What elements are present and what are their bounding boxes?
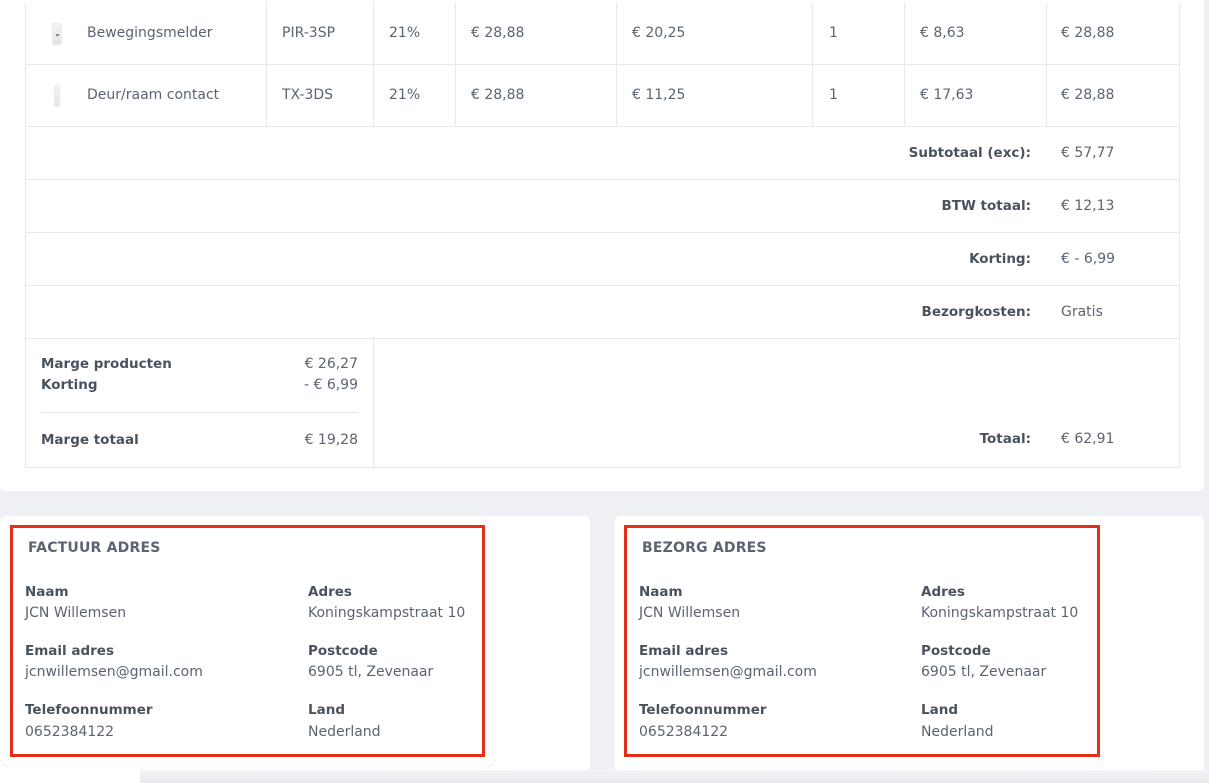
address-value: Koningskampstraat 10 (921, 605, 1079, 621)
total-value: € 62,91 (1061, 431, 1115, 447)
margin-total-label: Marge totaal (41, 432, 139, 448)
phone-label: Telefoonnummer (25, 702, 153, 718)
address-label: Adres (921, 584, 965, 600)
address-label: Adres (308, 584, 352, 600)
btw-label: BTW totaal: (941, 198, 1031, 214)
product-vat: 21% (389, 87, 421, 103)
product-qty: 1 (829, 87, 838, 103)
country-value: Nederland (921, 724, 994, 740)
postcode-value: 6905 tl, Zevenaar (308, 664, 434, 680)
total-label: Totaal: (979, 431, 1031, 447)
order-card: Bewegingsmelder PIR-3SP 21% € 28,88 € 20… (0, 0, 1204, 491)
subtotal-row: Subtotaal (exc): € 57,77 (26, 127, 1179, 180)
product-vat: 21% (389, 25, 421, 41)
order-table: Bewegingsmelder PIR-3SP 21% € 28,88 € 20… (25, 3, 1180, 468)
product-row: Deur/raam contact TX-3DS 21% € 28,88 € 1… (26, 65, 1179, 127)
product-code: TX-3DS (282, 87, 334, 103)
product-total: € 28,88 (1061, 25, 1115, 41)
btw-row: BTW totaal: € 12,13 (26, 180, 1179, 233)
product-name: Bewegingsmelder (87, 25, 213, 41)
postcode-label: Postcode (308, 643, 378, 659)
phone-value[interactable]: 0652384122 (639, 724, 728, 740)
korting-row: Korting: € - 6,99 (26, 233, 1179, 286)
product-cost: € 11,25 (632, 87, 686, 103)
country-label: Land (921, 702, 958, 718)
motion-sensor-thumbnail (52, 23, 62, 45)
shipping-row: Bezorgkosten: Gratis (26, 286, 1179, 339)
name-label: Naam (25, 584, 69, 600)
shipping-address-highlight: BEZORG ADRES Naam JCN Willemsen Adres Ko… (624, 525, 1100, 757)
shipping-value: Gratis (1061, 304, 1103, 320)
subtotal-value: € 57,77 (1061, 145, 1115, 161)
product-price: € 28,88 (471, 25, 525, 41)
product-price: € 28,88 (471, 87, 525, 103)
door-window-contact-thumbnail (54, 85, 60, 107)
product-margin: € 8,63 (920, 25, 965, 41)
postcode-value: 6905 tl, Zevenaar (921, 664, 1047, 680)
name-label: Naam (639, 584, 683, 600)
email-label: Email adres (25, 643, 114, 659)
product-total: € 28,88 (1061, 87, 1115, 103)
margin-products-label: Marge producten (41, 356, 172, 372)
product-name: Deur/raam contact (87, 87, 220, 103)
product-cost: € 20,25 (632, 25, 686, 41)
postcode-label: Postcode (921, 643, 991, 659)
page-bottom-edge (140, 770, 1209, 783)
phone-value[interactable]: 0652384122 (25, 724, 114, 740)
phone-label: Telefoonnummer (639, 702, 767, 718)
korting-label: Korting: (969, 251, 1031, 267)
name-value: JCN Willemsen (639, 605, 741, 621)
billing-address-title: FACTUUR ADRES (28, 540, 161, 556)
divider (41, 412, 358, 413)
email-value[interactable]: jcnwillemsen@gmail.com (639, 664, 817, 680)
margin-korting-value: - € 6,99 (303, 377, 358, 393)
korting-value: € - 6,99 (1061, 251, 1116, 267)
shipping-label: Bezorgkosten: (921, 304, 1031, 320)
subtotal-label: Subtotaal (exc): (908, 145, 1031, 161)
margin-products-value: € 26,27 (304, 356, 358, 372)
email-value[interactable]: jcnwillemsen@gmail.com (25, 664, 203, 680)
margin-total-value: € 19,28 (304, 432, 358, 448)
billing-address-highlight: FACTUUR ADRES Naam JCN Willemsen Adres K… (10, 525, 485, 757)
margin-summary: Marge producten € 26,27 Korting - € 6,99… (26, 339, 374, 467)
email-label: Email adres (639, 643, 728, 659)
country-value: Nederland (308, 724, 381, 740)
btw-value: € 12,13 (1061, 198, 1115, 214)
product-row: Bewegingsmelder PIR-3SP 21% € 28,88 € 20… (26, 3, 1179, 65)
shipping-address-title: BEZORG ADRES (642, 540, 767, 556)
margin-korting-label: Korting (41, 377, 98, 393)
name-value: JCN Willemsen (25, 605, 127, 621)
product-margin: € 17,63 (920, 87, 974, 103)
country-label: Land (308, 702, 345, 718)
product-code: PIR-3SP (282, 25, 336, 41)
address-value: Koningskampstraat 10 (308, 605, 466, 621)
product-qty: 1 (829, 25, 838, 41)
